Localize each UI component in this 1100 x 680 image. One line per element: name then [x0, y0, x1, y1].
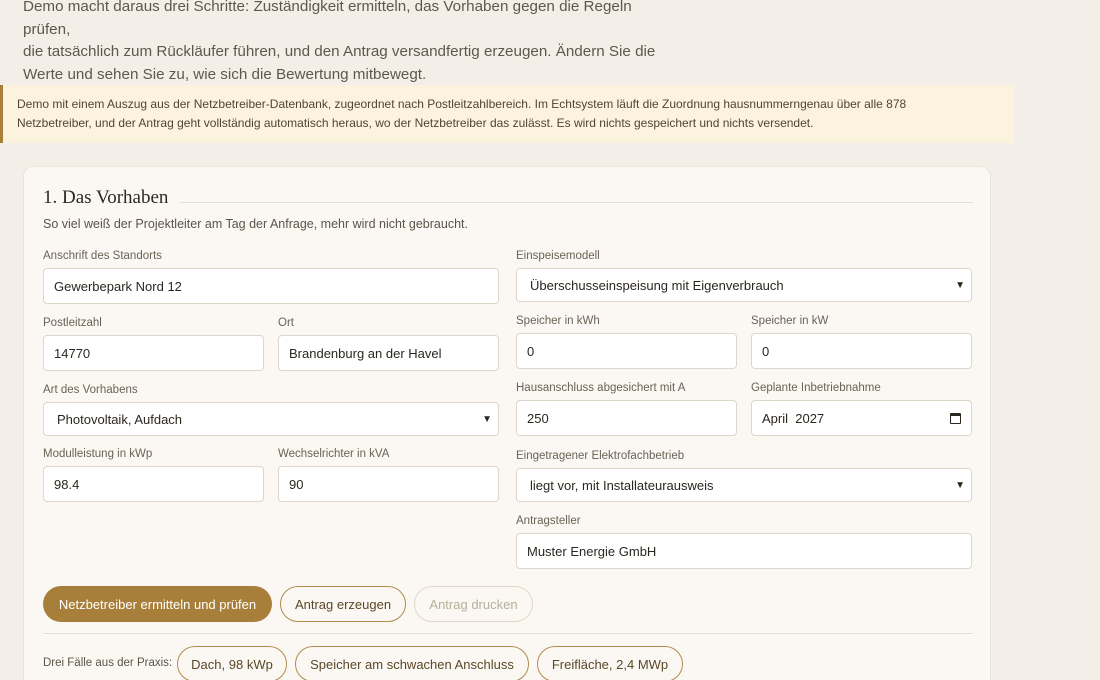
electrician-label: Eingetragener Elektrofachbetrieb — [516, 450, 685, 462]
generate-application-button[interactable]: Antrag erzeugen — [280, 586, 406, 622]
project-type-label: Art des Vorhabens — [43, 384, 138, 396]
applicant-label: Antragsteller — [516, 515, 581, 527]
case-button-storage[interactable]: Speicher am schwachen Anschluss — [295, 646, 529, 680]
module-power-value: 98.4 — [54, 476, 80, 492]
feed-model-label: Einspeisemodell — [516, 250, 600, 262]
inverter-label: Wechselrichter in kVA — [278, 448, 390, 460]
storage-kw-field: Speicher in kW 0 — [751, 315, 972, 369]
applicant-input[interactable]: Muster Energie GmbH — [516, 533, 972, 569]
check-operator-button[interactable]: Netzbetreiber ermitteln und prüfen — [43, 586, 272, 622]
commissioning-date-input[interactable]: April 2027 — [751, 400, 972, 436]
address-input[interactable]: Gewerbepark Nord 12 — [43, 268, 499, 304]
heading-rule — [180, 201, 973, 203]
case-button-open-field[interactable]: Freifläche, 2,4 MWp — [537, 646, 683, 680]
section-heading: 1. Das Vorhaben — [43, 187, 973, 209]
applicant-value: Muster Energie GmbH — [527, 543, 657, 559]
storage-kwh-value: 0 — [527, 343, 535, 359]
module-power-field: Modulleistung in kWp 98.4 — [43, 448, 264, 502]
intro-text: Demo macht daraus drei Schritte: Zuständ… — [23, 0, 683, 86]
section-subtitle: So viel weiß der Projektleiter am Tag de… — [43, 217, 468, 231]
city-label: Ort — [278, 317, 294, 329]
inverter-field: Wechselrichter in kVA 90 — [278, 448, 499, 502]
address-label: Anschrift des Standorts — [43, 250, 162, 262]
project-form-card: 1. Das Vorhaben So viel weiß der Projekt… — [23, 166, 991, 680]
divider — [43, 633, 973, 634]
address-value: Gewerbepark Nord 12 — [54, 278, 182, 294]
storage-kwh-field: Speicher in kWh 0 — [516, 315, 737, 369]
storage-kwh-input[interactable]: 0 — [516, 333, 737, 369]
electrician-value: liegt vor, mit Installateurausweis — [530, 477, 714, 493]
fuse-input[interactable]: 250 — [516, 400, 737, 436]
fuse-field: Hausanschluss abgesichert mit A 250 — [516, 382, 737, 436]
commissioning-field: Geplante Inbetriebnahme April 2027 — [751, 382, 972, 436]
zip-value: 14770 — [54, 345, 91, 361]
inverter-input[interactable]: 90 — [278, 466, 499, 502]
address-field: Anschrift des Standorts Gewerbepark Nord… — [43, 250, 499, 304]
city-field: Ort Brandenburg an der Havel — [278, 317, 499, 371]
zip-field: Postleitzahl 14770 — [43, 317, 264, 371]
electrician-select[interactable]: liegt vor, mit Installateurausweis ▼ — [516, 468, 972, 502]
print-application-button[interactable]: Antrag drucken — [414, 586, 533, 622]
inverter-value: 90 — [289, 476, 304, 492]
demo-notice: Demo mit einem Auszug aus der Netzbetrei… — [0, 85, 1014, 143]
storage-kw-value: 0 — [762, 343, 770, 359]
fuse-label: Hausanschluss abgesichert mit A — [516, 382, 686, 394]
chevron-down-icon: ▼ — [482, 413, 492, 425]
cases-label: Drei Fälle aus der Praxis: — [43, 657, 173, 669]
feed-model-select[interactable]: Überschusseinspeisung mit Eigenverbrauch… — [516, 268, 972, 302]
project-type-value: Photovoltaik, Aufdach — [57, 411, 183, 427]
intro-line: Demo macht daraus drei Schritte: Zuständ… — [23, 0, 632, 38]
storage-kw-input[interactable]: 0 — [751, 333, 972, 369]
feed-model-value: Überschusseinspeisung mit Eigenverbrauch — [530, 277, 784, 293]
intro-line: Werte und sehen Sie zu, wie sich die Bew… — [23, 65, 427, 83]
city-value: Brandenburg an der Havel — [289, 345, 442, 361]
chevron-down-icon: ▼ — [955, 279, 965, 291]
calendar-icon[interactable] — [950, 412, 961, 424]
commissioning-label: Geplante Inbetriebnahme — [751, 382, 881, 394]
notice-line: Netzbetreiber, und der Antrag geht volls… — [17, 116, 814, 130]
project-type-field: Art des Vorhabens Photovoltaik, Aufdach … — [43, 384, 499, 436]
storage-kw-label: Speicher in kW — [751, 315, 829, 327]
module-power-label: Modulleistung in kWp — [43, 448, 153, 460]
chevron-down-icon: ▼ — [955, 479, 965, 491]
project-type-select[interactable]: Photovoltaik, Aufdach ▼ — [43, 402, 499, 436]
module-power-input[interactable]: 98.4 — [43, 466, 264, 502]
case-button-roof[interactable]: Dach, 98 kWp — [177, 646, 287, 680]
fuse-value: 250 — [527, 410, 549, 426]
applicant-field: Antragsteller Muster Energie GmbH — [516, 515, 972, 569]
zip-label: Postleitzahl — [43, 317, 102, 329]
feed-model-field: Einspeisemodell Überschusseinspeisung mi… — [516, 250, 972, 302]
notice-line: Demo mit einem Auszug aus der Netzbetrei… — [17, 97, 907, 111]
city-input[interactable]: Brandenburg an der Havel — [278, 335, 499, 371]
commissioning-value: April 2027 — [762, 410, 825, 426]
section-title: 1. Das Vorhaben — [43, 187, 169, 208]
intro-line: die tatsächlich zum Rückläufer führen, u… — [23, 43, 656, 60]
electrician-field: Eingetragener Elektrofachbetrieb liegt v… — [516, 450, 972, 502]
storage-kwh-label: Speicher in kWh — [516, 315, 600, 327]
zip-input[interactable]: 14770 — [43, 335, 264, 371]
